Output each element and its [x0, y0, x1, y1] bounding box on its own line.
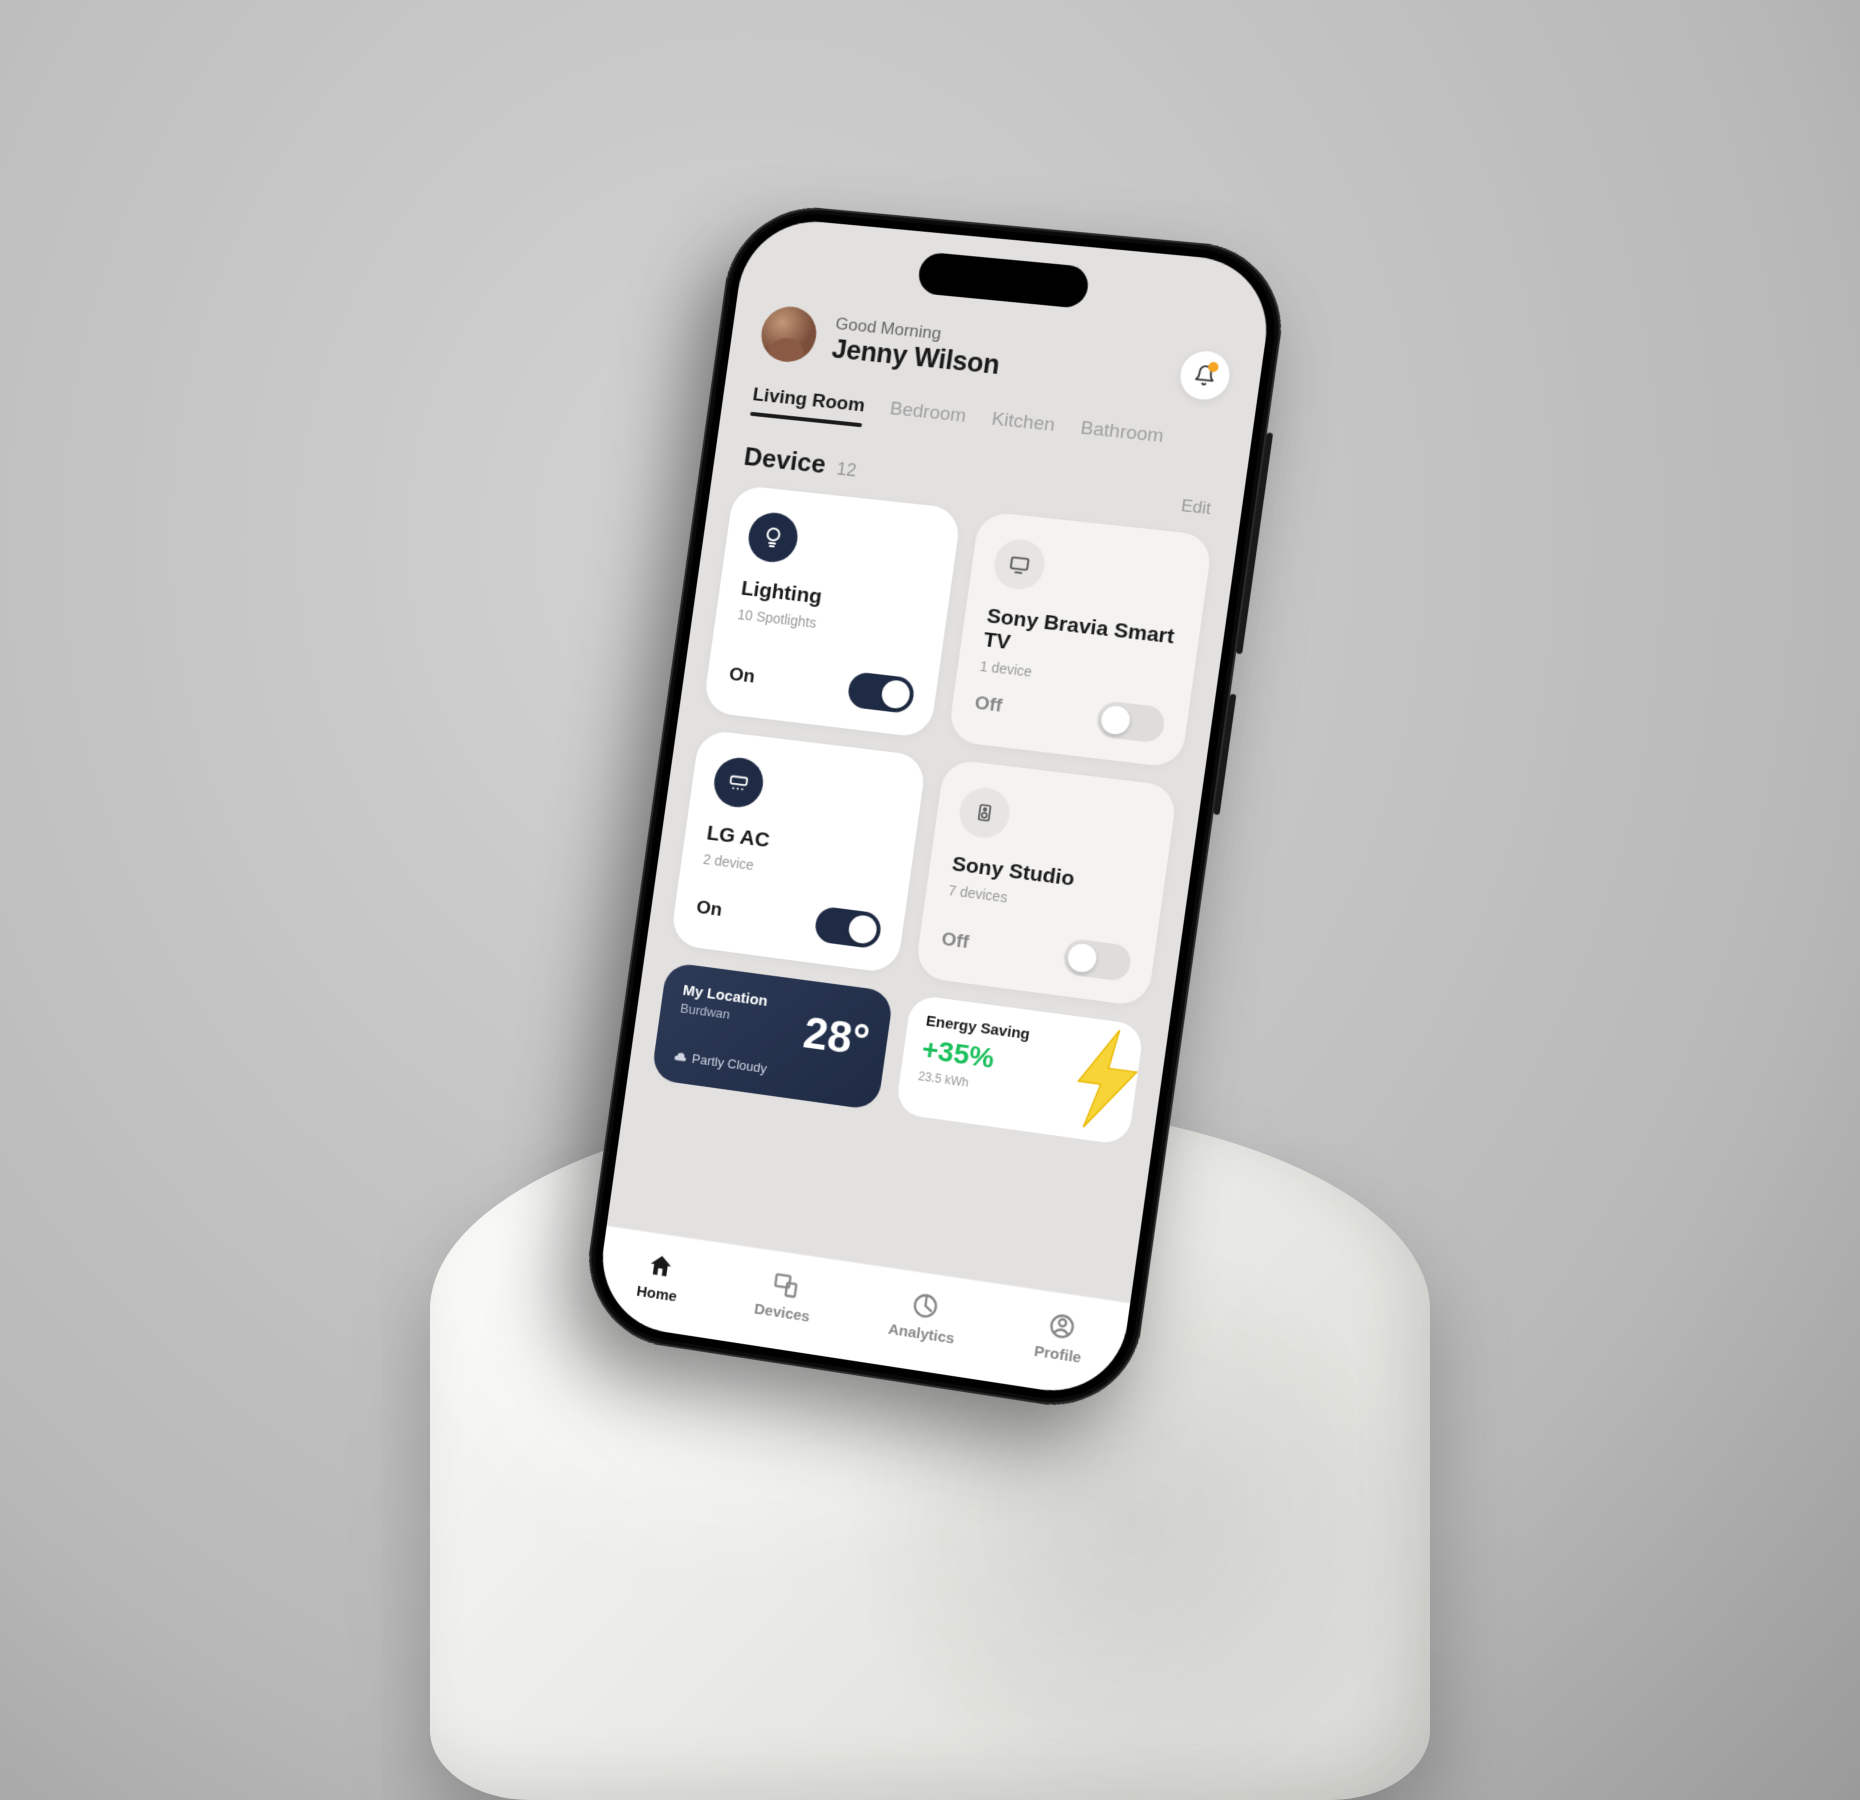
energy-card[interactable]: Energy Saving +35% 23.5 kWh — [895, 995, 1144, 1146]
temperature: 28° — [800, 1009, 872, 1067]
device-count: 12 — [835, 459, 857, 482]
device-state: On — [695, 897, 724, 922]
analytics-icon — [909, 1290, 941, 1322]
nav-home[interactable]: Home — [635, 1250, 682, 1306]
device-state: On — [728, 664, 757, 689]
avatar[interactable] — [758, 304, 820, 364]
bulb-icon — [745, 510, 800, 564]
nav-analytics[interactable]: Analytics — [887, 1287, 960, 1348]
toggle-speaker[interactable] — [1061, 938, 1132, 983]
edit-button[interactable]: Edit — [1180, 496, 1212, 519]
devices-icon — [770, 1269, 801, 1301]
nav-label: Profile — [1033, 1343, 1082, 1367]
tab-bedroom[interactable]: Bedroom — [889, 398, 968, 427]
device-state: Off — [973, 693, 1003, 718]
nav-label: Devices — [753, 1301, 811, 1326]
profile-icon — [1046, 1310, 1078, 1342]
tab-living-room[interactable]: Living Room — [751, 384, 866, 417]
nav-devices[interactable]: Devices — [753, 1267, 815, 1326]
toggle-tv[interactable] — [1095, 700, 1167, 744]
notification-badge — [1208, 362, 1220, 373]
condition-text: Partly Cloudy — [691, 1051, 768, 1076]
device-card-lighting[interactable]: Lighting 10 Spotlights On — [702, 485, 961, 739]
nav-label: Home — [635, 1283, 677, 1306]
toggle-lighting[interactable] — [846, 671, 916, 714]
ac-icon — [711, 755, 766, 810]
home-icon — [645, 1251, 676, 1282]
tab-kitchen[interactable]: Kitchen — [990, 409, 1056, 437]
device-card-ac[interactable]: LG AC 2 device On — [670, 729, 927, 974]
section-title: Device — [742, 441, 828, 480]
speaker-icon — [956, 785, 1013, 841]
toggle-ac[interactable] — [813, 906, 883, 950]
weather-card[interactable]: My Location Burdwan 28° Partly Cloudy — [651, 962, 894, 1111]
tab-bathroom[interactable]: Bathroom — [1079, 418, 1165, 448]
bolt-icon — [1065, 1025, 1145, 1135]
tv-icon — [991, 537, 1048, 592]
nav-profile[interactable]: Profile — [1033, 1309, 1087, 1367]
nav-label: Analytics — [887, 1321, 955, 1348]
device-state: Off — [940, 929, 970, 954]
device-card-speaker[interactable]: Sony Studio 7 devices Off — [914, 759, 1178, 1008]
device-card-tv[interactable]: Sony Bravia Smart TV 1 device Off — [947, 511, 1213, 769]
notifications-button[interactable] — [1177, 349, 1232, 402]
cloud-icon — [673, 1049, 688, 1065]
